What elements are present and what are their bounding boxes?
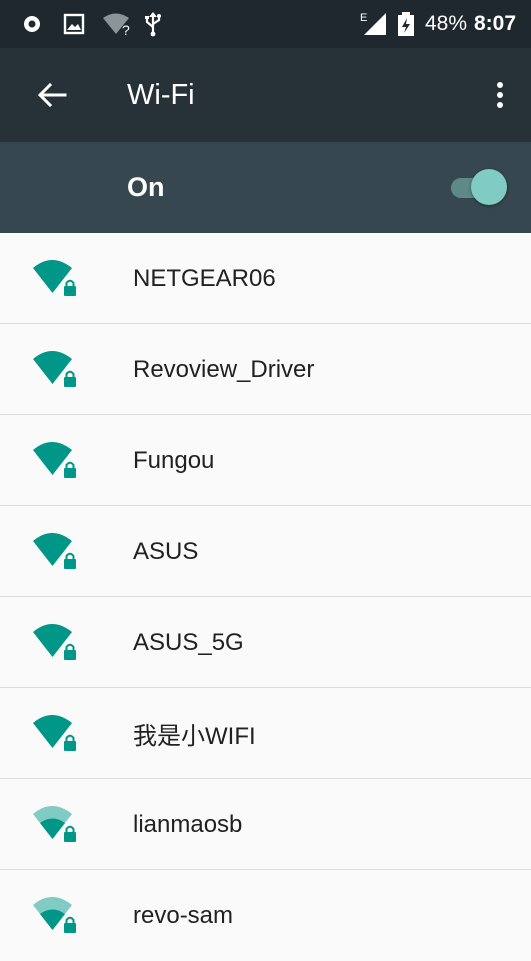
network-ssid: ASUS [133,537,199,565]
image-icon [63,0,85,48]
wifi-lock-medium-icon [32,895,80,939]
wifi-no-internet-icon: ? [101,0,137,48]
battery-icon [396,0,416,48]
network-ssid: NETGEAR06 [133,264,276,292]
app-bar: Wi-Fi [0,48,531,142]
wifi-toggle[interactable] [449,169,509,207]
switch-label: On [127,172,165,202]
network-list: NETGEAR06 Revoview_Driver Fungou ASUS ASUS_5… [0,233,531,961]
network-row[interactable]: Fungou [0,415,531,506]
network-row[interactable]: ASUS_5G [0,597,531,688]
network-ssid: Fungou [133,446,215,474]
wifi-lock-full-icon [32,258,80,302]
toggle-thumb [471,169,507,205]
usb-icon [143,0,163,48]
arrow-left-icon [37,82,67,108]
battery-percent: 48% [425,12,468,35]
clock: 8:07 [474,12,517,35]
network-ssid: ASUS_5G [133,628,244,656]
network-row[interactable]: revo-sam [0,870,531,961]
wifi-lock-full-icon [32,531,80,575]
wifi-lock-full-icon [32,622,80,666]
network-ssid: Revoview_Driver [133,355,315,383]
network-row[interactable]: lianmaosb [0,779,531,870]
more-vert-icon [497,82,503,108]
network-row[interactable]: Revoview_Driver [0,324,531,415]
svg-text:?: ? [122,22,130,36]
network-row[interactable]: 我是小WIFI [0,688,531,779]
network-type-label: E [360,12,367,24]
overflow-menu-button[interactable] [482,71,518,119]
wifi-master-switch-bar[interactable]: On [0,142,531,233]
back-button[interactable] [26,71,78,119]
wifi-lock-full-icon [32,713,80,757]
cellular-signal-icon: E [360,0,390,48]
record-icon [22,0,42,48]
network-row[interactable]: NETGEAR06 [0,233,531,324]
network-ssid: lianmaosb [133,810,243,838]
wifi-lock-medium-icon [32,804,80,848]
page-title: Wi-Fi [127,78,195,111]
wifi-lock-full-icon [32,349,80,393]
network-ssid: revo-sam [133,901,234,929]
wifi-lock-full-icon [32,440,80,484]
status-bar: ? E 48% 8:07 [0,0,531,48]
network-row[interactable]: ASUS [0,506,531,597]
network-ssid: 我是小WIFI [133,723,256,750]
